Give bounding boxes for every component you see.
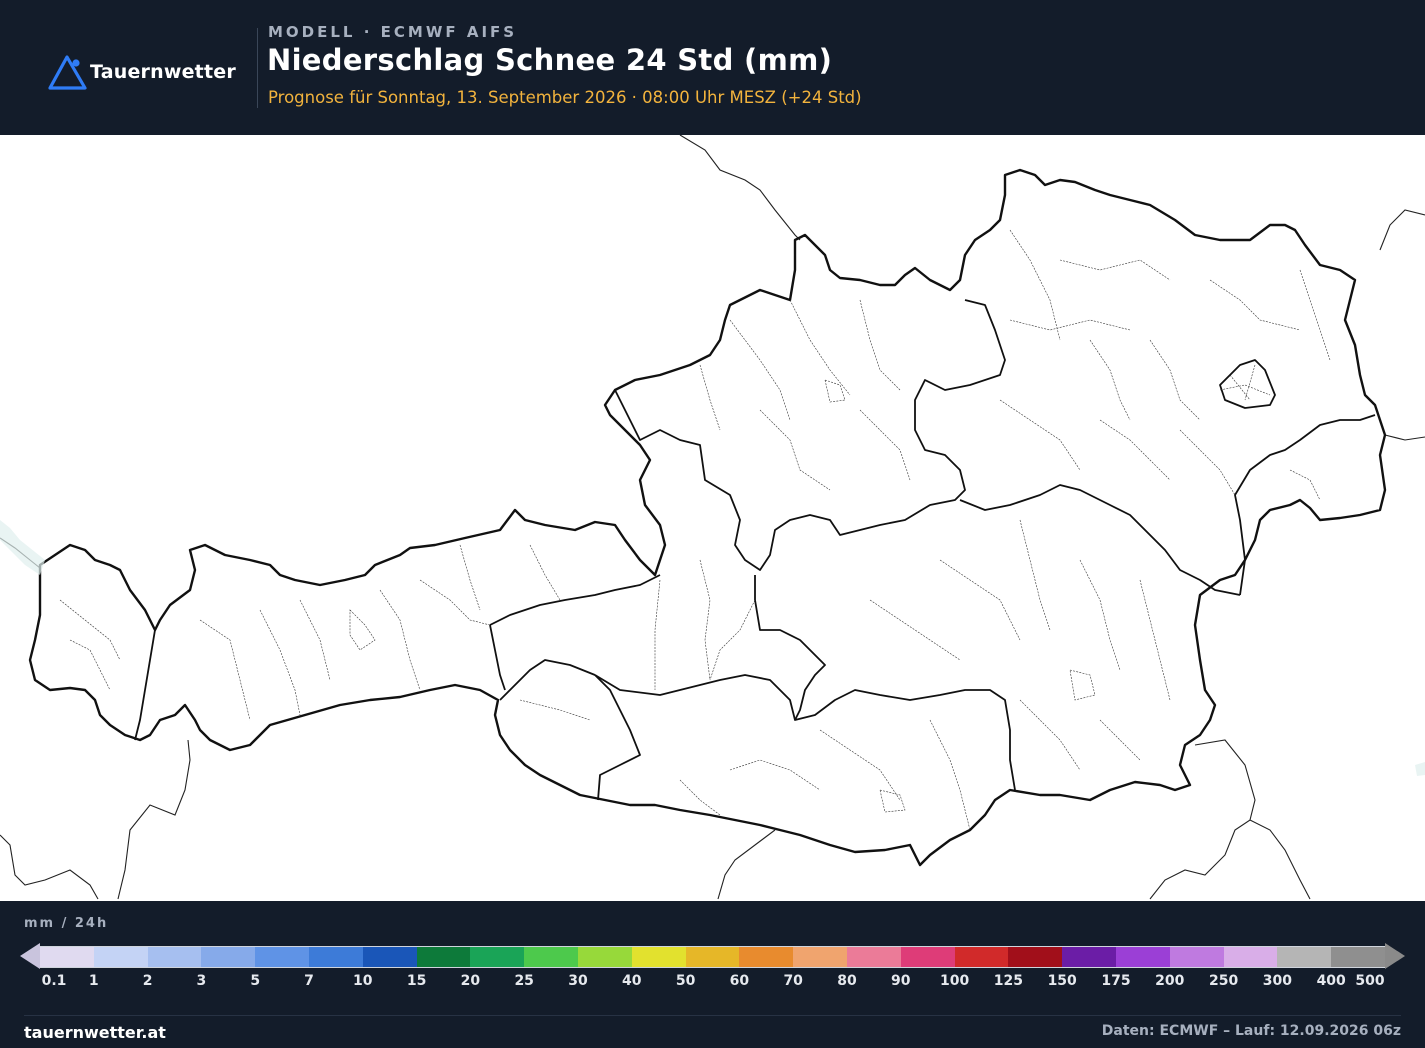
color-scale-tick-label: 90 [891,973,911,989]
color-scale-segment [900,947,955,967]
color-scale-tick-label: 175 [1101,973,1131,989]
lake-shapes [0,520,1425,776]
color-scale-tick-label: 400 [1316,973,1346,989]
brand-name: Tauernwetter [90,61,236,83]
color-scale-segment [631,947,686,967]
color-scale-segment [470,947,525,967]
color-scale-tick-label: 1 [88,973,99,989]
color-scale-segment [739,947,794,967]
color-scale-segment [1277,947,1332,967]
color-scale-tick-label: 100 [939,973,970,989]
color-scale [20,943,1405,969]
legend-unit: mm / 24h [24,916,109,931]
header-bar: Tauernwetter MODELL · ECMWF AIFS Nieders… [0,0,1425,135]
color-scale-tick-label: 300 [1262,973,1293,989]
color-scale-tick-label: 80 [837,973,857,989]
color-scale-segment [954,947,1009,967]
model-label: MODELL · ECMWF AIFS [268,23,518,41]
color-scale-segment [1008,947,1063,967]
austria-border [28,168,1387,867]
color-scale-tick-label: 20 [460,973,481,989]
color-scale-tick-label: 200 [1155,973,1185,989]
austria-map [0,135,1425,901]
color-scale-tick-label: 2 [142,973,153,989]
color-scale-tick-label: 5 [250,973,261,989]
scale-high-arrow-icon [1385,943,1405,969]
color-scale-segments [40,946,1385,968]
neighbour-borders [0,135,1425,900]
district-borders [59,229,1331,831]
color-scale-segment [308,947,363,967]
color-scale-segment [1169,947,1224,967]
data-credit: Daten: ECMWF – Lauf: 12.09.2026 06z [1101,1023,1401,1039]
state-borders [134,299,1376,801]
color-scale-tick-label: 25 [514,973,534,989]
color-scale-tick-label: 30 [568,973,588,989]
color-scale-tick-label: 250 [1208,973,1239,989]
color-scale-segment [93,947,148,967]
color-scale-tick-label: 0.1 [41,973,67,989]
color-scale-segment [40,947,94,967]
color-scale-segment [362,947,417,967]
brand-logo[interactable]: Tauernwetter [48,54,236,90]
forecast-time: Prognose für Sonntag, 13. September 2026… [268,88,862,107]
page-title: Niederschlag Schnee 24 Std (mm) [267,43,833,77]
color-scale-segment [1331,947,1385,967]
color-scale-segment [1062,947,1116,967]
header-divider [257,28,258,108]
color-scale-tick-label: 50 [675,973,696,989]
color-scale-segment [524,947,578,967]
footer-divider [24,1015,1401,1016]
legend-bar: mm / 24h 0.1 1 2 3 5 7 10 15 20 25 30 40 50 60 70 80 90 1… [0,901,1425,1048]
color-scale-segment [255,947,309,967]
color-scale-segment [577,947,632,967]
color-scale-segment [793,947,847,967]
color-scale-segment [147,947,202,967]
color-scale-tick-label: 125 [993,973,1024,989]
color-scale-tick-label: 15 [406,973,427,989]
color-scale-ticks: 0.1 1 2 3 5 7 10 15 20 25 30 40 50 60 70 80 90 100 125 150 1… [0,973,1425,993]
color-scale-segment [1115,947,1170,967]
color-scale-segment [685,947,740,967]
color-scale-tick-label: 40 [622,973,642,989]
color-scale-tick-label: 70 [783,973,803,989]
color-scale-tick-label: 60 [729,973,750,989]
color-scale-tick-label: 150 [1047,973,1077,989]
color-scale-tick-label: 10 [353,973,373,989]
website-link[interactable]: tauernwetter.at [24,1023,166,1042]
color-scale-segment [416,947,471,967]
color-scale-segment [201,947,256,967]
color-scale-tick-label: 7 [304,973,314,989]
color-scale-segment [1223,947,1278,967]
scale-low-arrow-icon [20,943,40,969]
austria-map-svg [0,135,1425,900]
color-scale-tick-label: 500 [1355,973,1385,989]
mountain-pin-icon [48,55,87,90]
color-scale-segment [846,947,901,967]
color-scale-tick-label: 3 [196,973,207,989]
